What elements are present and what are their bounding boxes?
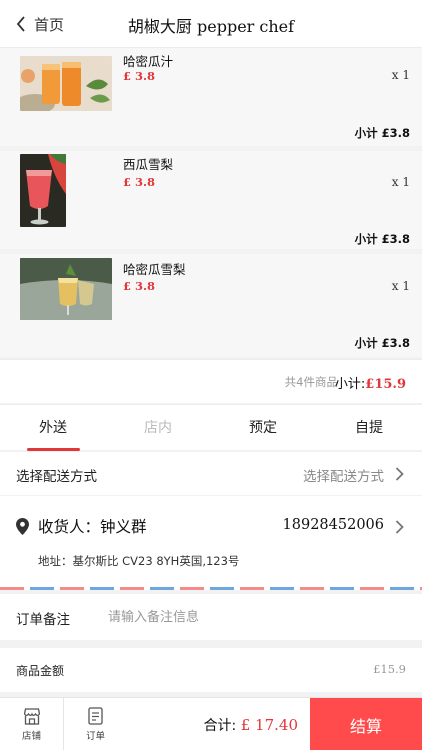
store-icon xyxy=(23,707,40,725)
product-image[interactable] xyxy=(20,56,112,111)
subtotal-label: 小计: xyxy=(334,377,366,392)
product-image[interactable] xyxy=(20,258,112,320)
tab-reservation[interactable]: 预定 xyxy=(223,417,303,437)
item-price: £ 3.8 xyxy=(123,69,156,83)
delivery-method-row[interactable]: 选择配送方式 选择配送方式 xyxy=(0,451,422,495)
checkout-bar: 店铺 订单 合计: £ 17.40 结算 xyxy=(0,697,422,750)
item-price: £ 3.8 xyxy=(123,279,156,293)
delivery-method-value: 选择配送方式 xyxy=(303,469,384,485)
item-name: 哈密瓜汁 xyxy=(123,54,174,69)
delivery-address: 地址：基尔斯比 CV23 8YH英国,123号 xyxy=(38,554,240,568)
item-quantity: x 1 xyxy=(391,279,410,293)
item-subtotal: 小计 £3.8 xyxy=(354,336,410,350)
goods-amount-label: 商品金额 xyxy=(16,664,65,678)
delivery-method-label: 选择配送方式 xyxy=(16,469,97,485)
receiver-name: 收货人：钟义群 xyxy=(38,518,147,536)
tab-delivery[interactable]: 外送 xyxy=(13,417,93,437)
orders-label: 订单 xyxy=(85,731,105,742)
summary-subtotal: 小计:£15.9 xyxy=(335,373,406,392)
order-type-tabs: 外送 店内 预定 自提 xyxy=(0,404,422,451)
item-quantity: x 1 xyxy=(391,68,410,82)
address-card[interactable]: 收货人：钟义群 18928452006 地址：基尔斯比 CV23 8YH英国,1… xyxy=(0,496,422,590)
order-list-icon xyxy=(88,707,103,725)
location-pin-icon xyxy=(16,518,29,535)
item-name: 哈密瓜雪梨 xyxy=(123,262,186,277)
tab-dine-in: 店内 xyxy=(144,420,172,436)
chevron-right-icon xyxy=(395,467,404,481)
goods-amount-row: 商品金额 £15.9 xyxy=(0,648,422,692)
receiver-phone: 18928452006 xyxy=(282,517,384,533)
item-subtotal: 小计 £3.8 xyxy=(354,232,410,246)
cart-item: 哈密瓜雪梨 £ 3.8 x 1 小计 £3.8 xyxy=(0,254,422,357)
item-count: 共4件商品 xyxy=(284,375,338,389)
cart-item: 哈密瓜汁 £ 3.8 x 1 小计 £3.8 xyxy=(0,48,422,146)
product-image[interactable] xyxy=(20,154,66,227)
order-note-input[interactable] xyxy=(108,604,388,630)
store-button[interactable]: 店铺 xyxy=(0,698,63,750)
item-subtotal: 小计 £3.8 xyxy=(354,126,410,140)
grand-total: 合计: £ 17.40 xyxy=(204,715,298,735)
item-name: 西瓜雪梨 xyxy=(123,157,174,172)
order-note-label: 订单备注 xyxy=(16,612,70,628)
tab-pickup[interactable]: 自提 xyxy=(329,417,409,437)
order-note-row: 订单备注 xyxy=(0,594,422,640)
goods-amount-value: £15.9 xyxy=(373,662,406,676)
item-price: £ 3.8 xyxy=(123,175,156,189)
subtotal-value: £15.9 xyxy=(365,377,406,392)
item-quantity: x 1 xyxy=(391,175,410,189)
cart-item: 西瓜雪梨 £ 3.8 x 1 小计 £3.8 xyxy=(0,151,422,249)
store-label: 店铺 xyxy=(21,730,41,742)
nav-bar: 首页 胡椒大厨 pepper chef xyxy=(0,0,422,48)
orders-button[interactable]: 订单 xyxy=(64,698,127,750)
address-stripe-divider xyxy=(0,587,422,590)
total-value: £ 17.40 xyxy=(240,716,298,734)
total-label: 合计: xyxy=(203,718,237,734)
order-summary: 共4件商品 小计:£15.9 xyxy=(0,359,422,403)
checkout-button[interactable]: 结算 xyxy=(310,698,422,750)
chevron-right-icon xyxy=(395,520,404,534)
page-title: 胡椒大厨 pepper chef xyxy=(127,17,295,36)
